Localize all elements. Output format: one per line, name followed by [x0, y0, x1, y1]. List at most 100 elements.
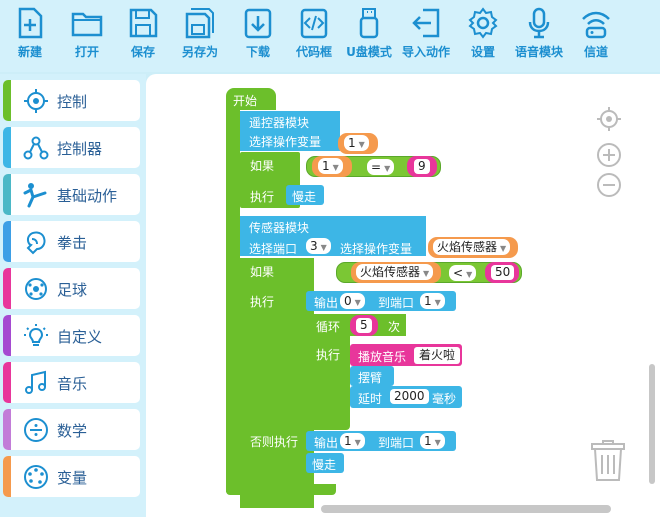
slow-walk-label: 慢走 [292, 190, 317, 204]
else-exec-label: 否则执行 [250, 435, 299, 449]
if-else-block[interactable]: 如果 执行 否则执行 [240, 258, 314, 508]
horizontal-scrollbar[interactable] [321, 505, 611, 513]
slow-walk2-label: 慢走 [312, 458, 337, 472]
block-workspace[interactable]: 开始 遥控器模块 选择操作变量 1 ▼ 如果 执行 1 ▼ = ▼ 9 慢走 传感器模… [146, 74, 660, 517]
code-button[interactable]: 代码框 [284, 6, 344, 68]
usb-mode-button[interactable]: U盘模式 [339, 6, 399, 68]
compare2-left-var[interactable]: 火焰传感器 ▼ [351, 262, 441, 283]
toolbar: 新建 打开 保存 另存为 下载 代码框 U盘模式 导入动作 设置 语音模块 信道 [0, 0, 660, 72]
compare-right-number[interactable]: 9 [407, 156, 437, 177]
play-music-label: 播放音乐 [358, 350, 407, 364]
save-button[interactable]: 保存 [113, 6, 173, 68]
variable-dropdown[interactable]: 1 ▼ [344, 135, 369, 151]
slow-walk2-block[interactable]: 慢走 [306, 453, 344, 473]
sidebar-item-football[interactable]: 足球 [3, 268, 140, 309]
loop-count-number[interactable]: 5 [350, 315, 378, 336]
flame-sensor-dropdown[interactable]: 火焰传感器 ▼ [433, 239, 511, 255]
start-label: 开始 [233, 94, 258, 108]
sidebar-item-label: 控制器 [57, 140, 103, 158]
output2-block[interactable]: 输出 1 ▼ 到端口 1 ▼ [306, 431, 456, 451]
import-icon [412, 8, 440, 38]
compare2-right-number[interactable]: 50 [485, 262, 519, 283]
start-block[interactable]: 开始 [226, 88, 276, 110]
sensor-module-block[interactable]: 传感器模块 选择端口 3 ▼ 选择操作变量 [240, 216, 426, 256]
delay-block[interactable]: 延时 2000 毫秒 [350, 386, 462, 408]
code-label: 代码框 [295, 45, 332, 59]
port-dropdown[interactable]: 3 ▼ [306, 238, 331, 254]
compare-operator-dropdown[interactable]: = ▼ [367, 159, 395, 175]
new-button[interactable]: 新建 [0, 6, 60, 68]
compare-left-var[interactable]: 1 ▼ [312, 156, 352, 177]
output2-port-dropdown[interactable]: 1 ▼ [420, 433, 445, 449]
slow-walk-block[interactable]: 慢走 [286, 185, 324, 205]
download-button[interactable]: 下载 [228, 6, 288, 68]
sidebar-item-basic-actions[interactable]: 基础动作 [3, 174, 140, 215]
category-color-bar [3, 268, 11, 309]
zoom-out-icon[interactable] [596, 172, 622, 198]
settings-button[interactable]: 设置 [453, 6, 513, 68]
compare-right-value[interactable]: 9 [414, 159, 430, 174]
start-block-spine [226, 108, 240, 492]
category-color-bar [3, 409, 11, 450]
select-var2-label: 选择操作变量 [340, 242, 413, 256]
compare2-operator-dropdown[interactable]: < ▼ [449, 265, 477, 281]
signal-icon [582, 11, 610, 39]
category-color-bar [3, 174, 11, 215]
remote-module-block[interactable]: 遥控器模块 选择操作变量 [240, 111, 340, 151]
output-port-dropdown[interactable]: 1 ▼ [420, 293, 445, 309]
network-icon [23, 136, 49, 160]
compare2-right-value[interactable]: 50 [491, 265, 515, 280]
loop-block[interactable]: 循环 5 次 [306, 314, 406, 336]
music-name-field[interactable]: 着火啦 [414, 347, 461, 364]
save-as-icon [185, 8, 214, 39]
sidebar-item-math[interactable]: 数学 [3, 409, 140, 450]
flame-sensor-var-block[interactable]: 火焰传感器 ▼ [428, 237, 518, 258]
music-note-icon [25, 370, 46, 394]
recenter-icon[interactable] [596, 106, 622, 132]
boxing-glove-icon [26, 231, 46, 255]
folder-icon [71, 12, 103, 37]
import-action-button[interactable]: 导入动作 [396, 6, 456, 68]
sidebar-item-controller[interactable]: 控制器 [3, 127, 140, 168]
compare-block[interactable]: 1 ▼ = ▼ 9 [306, 156, 441, 177]
vertical-scrollbar[interactable] [649, 364, 655, 484]
if2-label: 如果 [250, 265, 275, 279]
download-label: 下载 [245, 45, 270, 59]
sidebar-item-boxing[interactable]: 拳击 [3, 221, 140, 262]
channel-button[interactable]: 信道 [566, 6, 626, 68]
code-icon [300, 8, 328, 39]
delay-value-field[interactable]: 2000 [390, 389, 429, 404]
gear-icon [468, 7, 498, 39]
sidebar-item-label: 变量 [57, 469, 88, 487]
open-button[interactable]: 打开 [57, 6, 117, 68]
variable-block[interactable]: 1 ▼ [338, 133, 378, 154]
loop-spine: 执行 [306, 336, 350, 420]
swing-arm-block[interactable]: 摆臂 [350, 366, 394, 386]
output-block[interactable]: 输出 0 ▼ 到端口 1 ▼ [306, 291, 456, 311]
sidebar-item-label: 控制 [57, 93, 88, 111]
exec-label: 执行 [250, 190, 275, 204]
swing-arm-label: 摆臂 [358, 371, 383, 385]
sidebar-item-custom[interactable]: 自定义 [3, 315, 140, 356]
voice-module-button[interactable]: 语音模块 [509, 6, 569, 68]
divide-icon [24, 418, 48, 442]
sidebar-item-variables[interactable]: 变量 [3, 456, 140, 497]
new-file-icon [18, 7, 43, 39]
output2-label: 输出 [314, 436, 339, 450]
sidebar-item-music[interactable]: 音乐 [3, 362, 140, 403]
compare-left-dropdown[interactable]: 1 ▼ [318, 158, 343, 174]
compare2-block[interactable]: 火焰传感器 ▼ < ▼ 50 [336, 262, 522, 283]
compare2-left-dropdown[interactable]: 火焰传感器 ▼ [356, 264, 434, 280]
save-as-button[interactable]: 另存为 [170, 6, 230, 68]
trash-icon[interactable] [590, 440, 626, 482]
sidebar-item-control[interactable]: 控制 [3, 80, 140, 121]
category-color-bar [3, 80, 11, 121]
output-value-dropdown[interactable]: 0 ▼ [340, 293, 365, 309]
play-music-block[interactable]: 播放音乐 着火啦 [350, 344, 462, 366]
output2-value-dropdown[interactable]: 1 ▼ [340, 433, 365, 449]
if-label: 如果 [250, 159, 275, 173]
loop-count-value[interactable]: 5 [356, 318, 372, 333]
category-color-bar [3, 221, 11, 262]
zoom-in-icon[interactable] [596, 142, 622, 168]
usb-mode-label: U盘模式 [346, 45, 392, 59]
